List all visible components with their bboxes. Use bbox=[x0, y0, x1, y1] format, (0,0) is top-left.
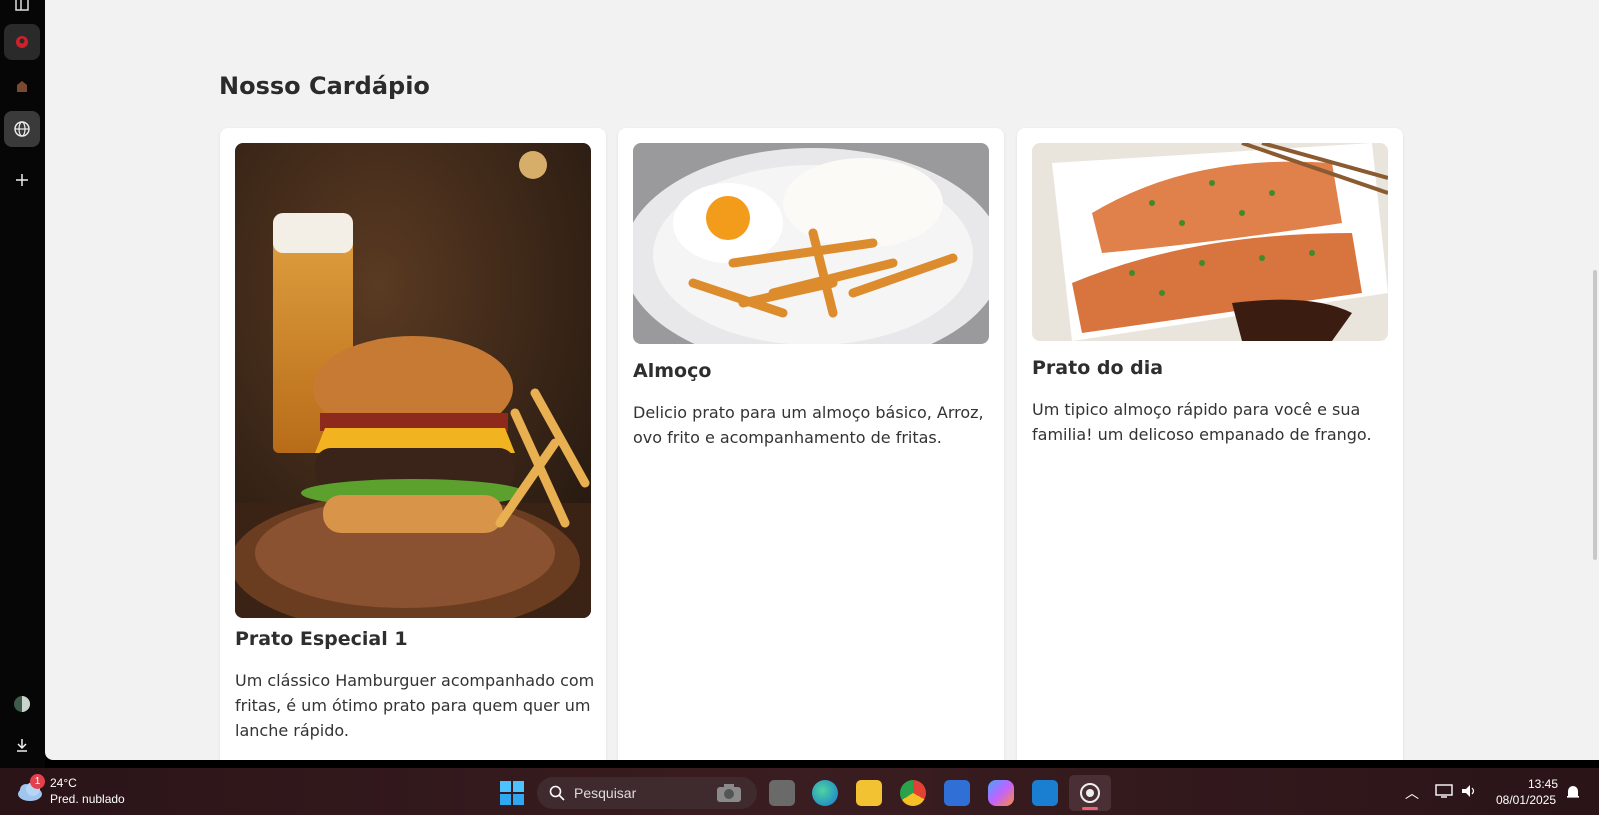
weather-temp: 24°C bbox=[50, 776, 77, 790]
chevron-up-icon[interactable]: ︿ bbox=[1405, 783, 1419, 803]
menu-heading: Nosso Cardápio bbox=[219, 72, 430, 100]
globe-icon[interactable] bbox=[4, 111, 40, 147]
app-red-icon[interactable] bbox=[4, 24, 40, 60]
notification-bell-icon[interactable] bbox=[1565, 784, 1581, 800]
page-scrollbar[interactable] bbox=[1593, 270, 1597, 560]
vscode-icon[interactable] bbox=[1032, 780, 1058, 806]
clock-date[interactable]: 08/01/2025 bbox=[1496, 793, 1556, 807]
app-target-icon bbox=[1080, 783, 1100, 803]
weather-widget[interactable]: 1 24°C Pred. nublado bbox=[14, 774, 134, 810]
taskbar bbox=[0, 768, 1599, 815]
camera-icon bbox=[717, 784, 741, 802]
card-title: Prato do dia bbox=[1032, 357, 1164, 379]
chrome-icon[interactable] bbox=[900, 780, 926, 806]
card-title: Almoço bbox=[633, 360, 712, 382]
taskbar-search[interactable]: Pesquisar bbox=[537, 777, 757, 809]
windows-icon bbox=[500, 781, 524, 805]
app-house-icon[interactable] bbox=[4, 68, 40, 104]
volume-icon[interactable] bbox=[1460, 783, 1478, 799]
search-placeholder: Pesquisar bbox=[574, 785, 637, 801]
store-icon[interactable] bbox=[944, 780, 970, 806]
menu-card-prato-do-dia: Prato do dia Um tipico almoço rápido par… bbox=[1017, 128, 1403, 760]
search-icon bbox=[549, 785, 565, 801]
file-explorer-icon[interactable] bbox=[856, 780, 882, 806]
weather-badge: 1 bbox=[30, 774, 45, 789]
add-icon[interactable] bbox=[4, 162, 40, 198]
lunch-image bbox=[633, 143, 989, 344]
browser-sidebar bbox=[0, 0, 45, 768]
clock-time[interactable]: 13:45 bbox=[1528, 777, 1558, 791]
sidebar-panel-icon[interactable] bbox=[4, 0, 40, 22]
card-title: Prato Especial 1 bbox=[235, 628, 408, 650]
active-app-button[interactable] bbox=[1069, 775, 1111, 811]
menu-card-prato-especial: Prato Especial 1 Um clássico Hamburguer … bbox=[220, 128, 606, 760]
start-button[interactable] bbox=[499, 780, 525, 806]
copilot-icon[interactable] bbox=[988, 780, 1014, 806]
burger-image bbox=[235, 143, 591, 618]
profile-avatar-icon[interactable] bbox=[4, 686, 40, 722]
edge-icon[interactable] bbox=[812, 780, 838, 806]
network-icon[interactable] bbox=[1435, 783, 1453, 799]
task-view-icon[interactable] bbox=[769, 780, 795, 806]
card-description: Um tipico almoço rápido para você e sua … bbox=[1032, 400, 1372, 444]
card-description: Delicio prato para um almoço básico, Arr… bbox=[633, 403, 984, 447]
active-indicator bbox=[1082, 807, 1098, 810]
salmon-image bbox=[1032, 143, 1388, 341]
card-description: Um clássico Hamburguer acompanhado com f… bbox=[235, 671, 595, 740]
download-icon[interactable] bbox=[4, 727, 40, 763]
menu-card-almoco: Almoço Delicio prato para um almoço bási… bbox=[618, 128, 1004, 760]
weather-condition: Pred. nublado bbox=[50, 792, 125, 806]
page-viewport: Nosso Cardápio Prato Especial 1 Um cláss… bbox=[45, 0, 1599, 760]
